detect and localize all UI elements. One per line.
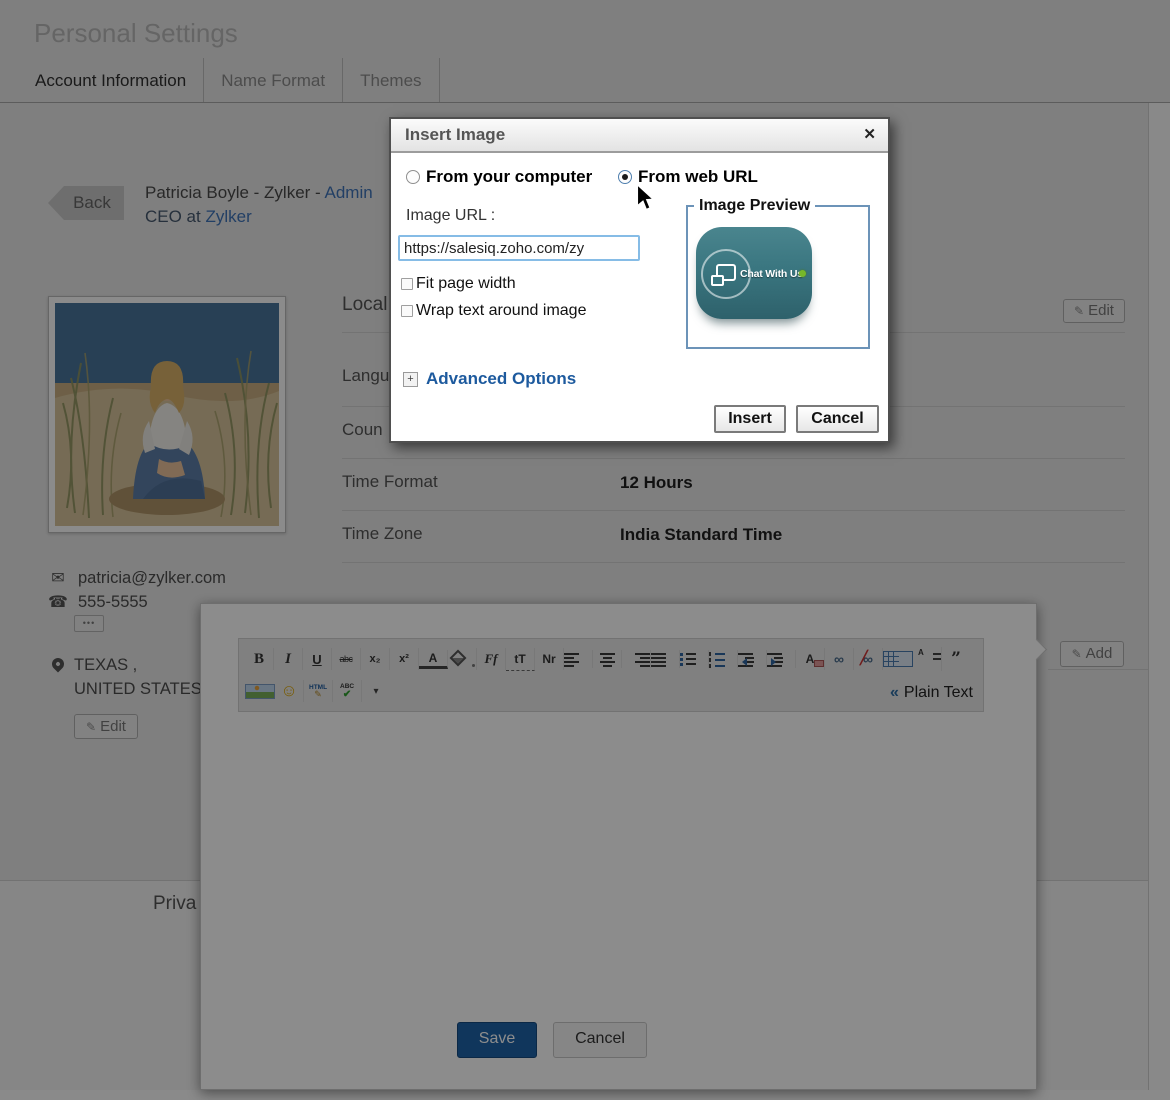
radio-icon[interactable] (618, 170, 632, 184)
chat-bubble-icon (716, 264, 736, 281)
insert-button[interactable]: Insert (714, 405, 786, 433)
radio-from-computer[interactable]: From your computer (406, 167, 592, 187)
image-preview-legend: Image Preview (694, 197, 815, 215)
fit-page-width-label: Fit page width (416, 275, 516, 293)
fit-page-width-option[interactable]: Fit page width (401, 275, 516, 293)
image-url-input[interactable] (398, 235, 640, 261)
checkbox-icon[interactable] (401, 305, 413, 317)
checkbox-icon[interactable] (401, 278, 413, 290)
close-icon[interactable]: ✕ (863, 125, 876, 143)
expand-plus-icon: + (403, 372, 418, 387)
online-status-dot (799, 270, 806, 277)
advanced-options-label: Advanced Options (426, 369, 576, 389)
preview-chat-widget-image: Chat With Us (696, 227, 812, 319)
wrap-text-option[interactable]: Wrap text around image (401, 302, 586, 320)
radio-from-computer-label: From your computer (426, 167, 592, 187)
mouse-cursor (636, 184, 654, 211)
radio-icon[interactable] (406, 170, 420, 184)
dialog-titlebar: Insert Image ✕ (391, 119, 888, 153)
image-preview-fieldset: Image Preview Chat With Us (686, 197, 870, 349)
image-url-label: Image URL : (406, 207, 495, 225)
chat-with-us-label: Chat With Us (740, 268, 803, 280)
advanced-options-toggle[interactable]: + Advanced Options (403, 369, 576, 389)
personal-settings-page: Personal Settings Account Information Na… (0, 0, 1170, 1100)
dialog-cancel-button[interactable]: Cancel (796, 405, 879, 433)
radio-from-web-url-label: From web URL (638, 167, 758, 187)
dialog-title: Insert Image (391, 119, 888, 151)
insert-image-dialog: Insert Image ✕ From your computer From w… (389, 117, 890, 443)
wrap-text-label: Wrap text around image (416, 302, 586, 320)
